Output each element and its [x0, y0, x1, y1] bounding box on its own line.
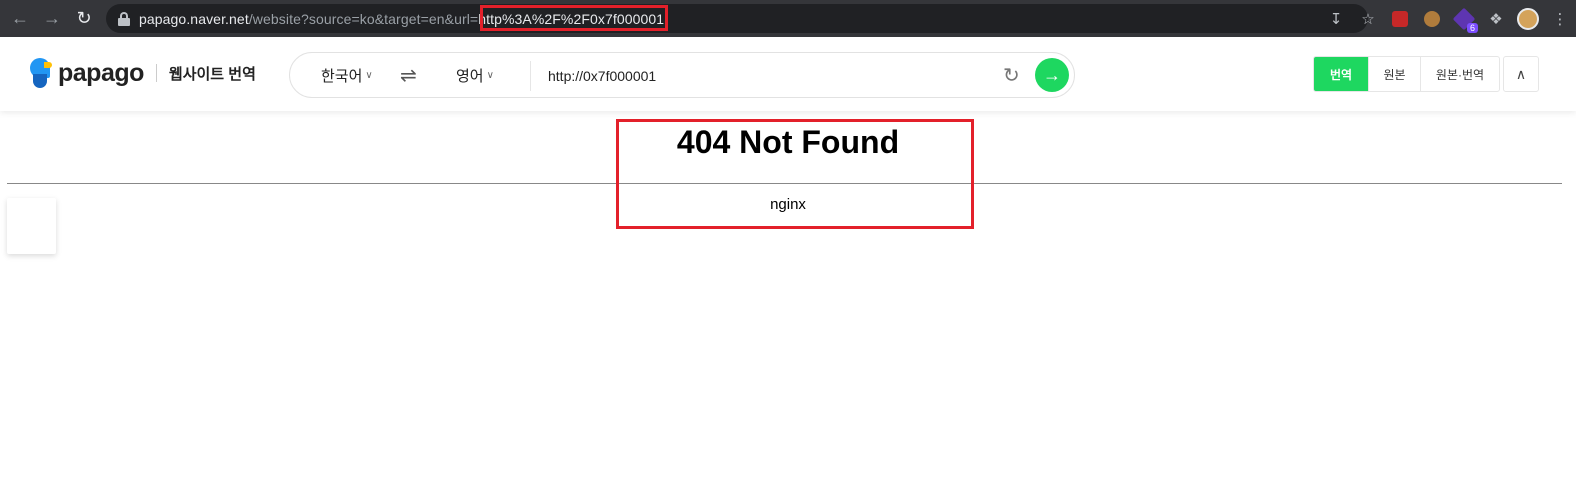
chevron-up-icon: ∧ [1515, 65, 1527, 82]
reload-icon[interactable]: ↻ [68, 3, 100, 35]
url-host: papago.naver.net [139, 10, 249, 27]
extension-purple-icon[interactable]: 6 [1448, 3, 1480, 35]
side-widget[interactable] [7, 198, 56, 254]
chevron-down-icon: ∨ [486, 69, 494, 81]
website-url-input[interactable] [548, 61, 988, 91]
bookmark-star-icon[interactable]: ☆ [1352, 3, 1384, 35]
content-highlight-box [616, 119, 974, 229]
target-language-select[interactable]: 영어 ∨ [456, 65, 494, 86]
logo-divider [155, 64, 157, 82]
target-language-label: 영어 [456, 67, 484, 85]
translate-go-button[interactable]: → [1035, 58, 1069, 92]
forward-arrow-icon[interactable]: → [36, 3, 68, 35]
chevron-down-icon: ∨ [365, 69, 373, 81]
tab-original-translation[interactable]: 원본·번역 [1420, 57, 1499, 91]
url-path: /website?source=ko&target=en&url= [248, 10, 479, 27]
swap-languages-icon[interactable]: ⇌ [400, 63, 417, 88]
extension-badge: 6 [1466, 22, 1478, 33]
address-bar[interactable]: papago.naver.net/website?source=ko&targe… [106, 4, 1368, 33]
toolbar-actions: ↧ ☆ 6 ❖ ⋮ [1320, 0, 1576, 37]
tab-translation[interactable]: 번역 [1314, 57, 1368, 91]
papago-header: papago 웹사이트 번역 한국어 ∨ ⇌ 영어 ∨ ↻ → 번역 원본 원본… [0, 37, 1576, 111]
extension-cookie-icon[interactable] [1416, 3, 1448, 35]
translation-bar: 한국어 ∨ ⇌ 영어 ∨ ↻ → [289, 52, 1075, 98]
tab-original[interactable]: 원본 [1368, 57, 1420, 91]
parrot-logo-icon [30, 56, 52, 90]
install-app-icon[interactable]: ↧ [1320, 3, 1352, 35]
source-language-label: 한국어 [321, 67, 363, 85]
arrow-right-icon: → [1043, 64, 1061, 85]
extensions-puzzle-icon[interactable]: ❖ [1480, 3, 1512, 35]
source-language-select[interactable]: 한국어 ∨ [321, 65, 373, 86]
lock-icon [118, 11, 130, 26]
browser-toolbar: ← → ↻ papago.naver.net/website?source=ko… [0, 0, 1576, 37]
refresh-icon[interactable]: ↻ [1003, 63, 1020, 88]
bar-divider [530, 61, 531, 91]
logo-text: papago [58, 58, 144, 87]
menu-kebab-icon[interactable]: ⋮ [1544, 3, 1576, 35]
extension-red-icon[interactable] [1384, 3, 1416, 35]
collapse-header-button[interactable]: ∧ [1503, 56, 1539, 92]
url-highlight-box [480, 5, 668, 31]
papago-logo[interactable]: papago 웹사이트 번역 [30, 56, 256, 90]
back-arrow-icon[interactable]: ← [4, 3, 36, 35]
logo-subtitle: 웹사이트 번역 [168, 65, 256, 83]
view-mode-tabs: 번역 원본 원본·번역 [1313, 56, 1500, 92]
profile-avatar[interactable] [1512, 3, 1544, 35]
